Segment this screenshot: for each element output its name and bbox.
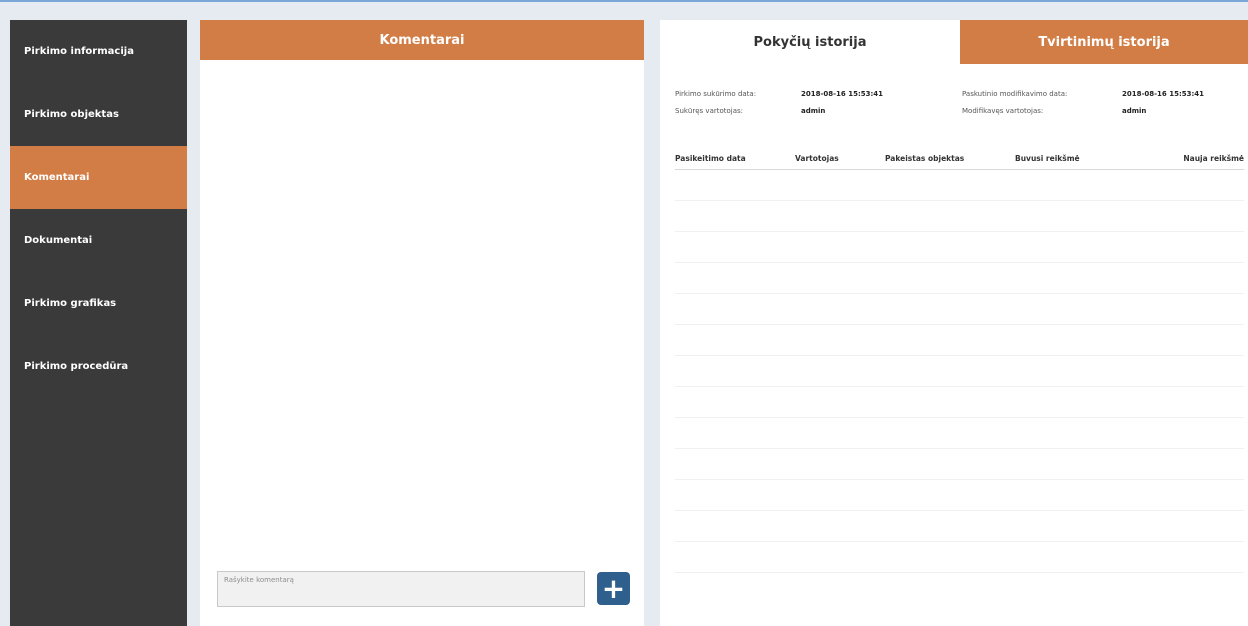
table-row <box>675 263 1244 294</box>
sidebar-item-label: Pirkimo grafikas <box>24 298 117 309</box>
sidebar: Pirkimo informacija Pirkimo objektas Kom… <box>10 20 187 626</box>
sidebar-item-pirkimo-procedura[interactable]: Pirkimo procedūra <box>10 335 187 398</box>
table-body <box>675 170 1244 573</box>
column-header: Pakeistas objektas <box>885 153 965 163</box>
table-row <box>675 418 1244 449</box>
column-header: Vartotojas <box>795 153 839 163</box>
tab-tvirtinimu-istorija[interactable]: Tvirtinimų istorija <box>960 20 1248 64</box>
modifier-label: Modifikavęs vartotojas: <box>962 107 1044 115</box>
sidebar-item-dokumentai[interactable]: Dokumentai <box>10 209 187 272</box>
column-header: Buvusi reikšmė <box>1015 153 1080 163</box>
sidebar-item-pirkimo-objektas[interactable]: Pirkimo objektas <box>10 83 187 146</box>
table-row <box>675 201 1244 232</box>
comments-header: Komentarai <box>200 20 644 60</box>
created-value: 2018-08-16 15:53:41 <box>801 90 884 98</box>
table-row <box>675 511 1244 542</box>
sidebar-item-label: Pirkimo procedūra <box>24 361 129 372</box>
history-meta-right: Paskutinio modifikavimo data: 2018-08-16… <box>962 90 1204 124</box>
comments-panel: Komentarai + <box>200 20 644 626</box>
creator-value: admin <box>801 107 826 115</box>
column-header: Nauja reikšmė <box>1183 153 1244 163</box>
table-header: Pasikeitimo data Vartotojas Pakeistas ob… <box>675 147 1244 170</box>
modified-value: 2018-08-16 15:53:41 <box>1122 90 1205 98</box>
table-row <box>675 542 1244 573</box>
table-row <box>675 232 1244 263</box>
table-row <box>675 356 1244 387</box>
sidebar-item-pirkimo-informacija[interactable]: Pirkimo informacija <box>10 20 187 83</box>
table-row <box>675 480 1244 511</box>
modifier-value: admin <box>1122 107 1147 115</box>
tab-pokyciu-istorija[interactable]: Pokyčių istorija <box>660 20 960 64</box>
add-comment-button[interactable]: + <box>597 572 630 605</box>
plus-icon: + <box>601 571 626 605</box>
table-row <box>675 449 1244 480</box>
sidebar-item-label: Pirkimo informacija <box>24 46 134 57</box>
creator-label: Sukūręs vartotojas: <box>675 107 744 115</box>
history-tabs: Pokyčių istorija Tvirtinimų istorija <box>660 20 1248 64</box>
sidebar-item-label: Pirkimo objektas <box>24 109 119 120</box>
history-panel: Pokyčių istorija Tvirtinimų istorija Pir… <box>660 20 1248 626</box>
history-table: Pasikeitimo data Vartotojas Pakeistas ob… <box>675 147 1244 573</box>
column-header: Pasikeitimo data <box>675 153 746 163</box>
table-row <box>675 325 1244 356</box>
history-meta-left: Pirkimo sukūrimo data: 2018-08-16 15:53:… <box>675 90 883 124</box>
modified-label: Paskutinio modifikavimo data: <box>962 90 1068 98</box>
table-row <box>675 387 1244 418</box>
comment-input[interactable] <box>217 571 585 607</box>
sidebar-item-label: Dokumentai <box>24 235 93 246</box>
sidebar-item-label: Komentarai <box>24 172 90 183</box>
sidebar-item-pirkimo-grafikas[interactable]: Pirkimo grafikas <box>10 272 187 335</box>
table-row <box>675 294 1244 325</box>
table-row <box>675 170 1244 201</box>
app-frame: Pirkimo informacija Pirkimo objektas Kom… <box>0 0 1248 626</box>
sidebar-item-komentarai[interactable]: Komentarai <box>10 146 187 209</box>
created-label: Pirkimo sukūrimo data: <box>675 90 757 98</box>
